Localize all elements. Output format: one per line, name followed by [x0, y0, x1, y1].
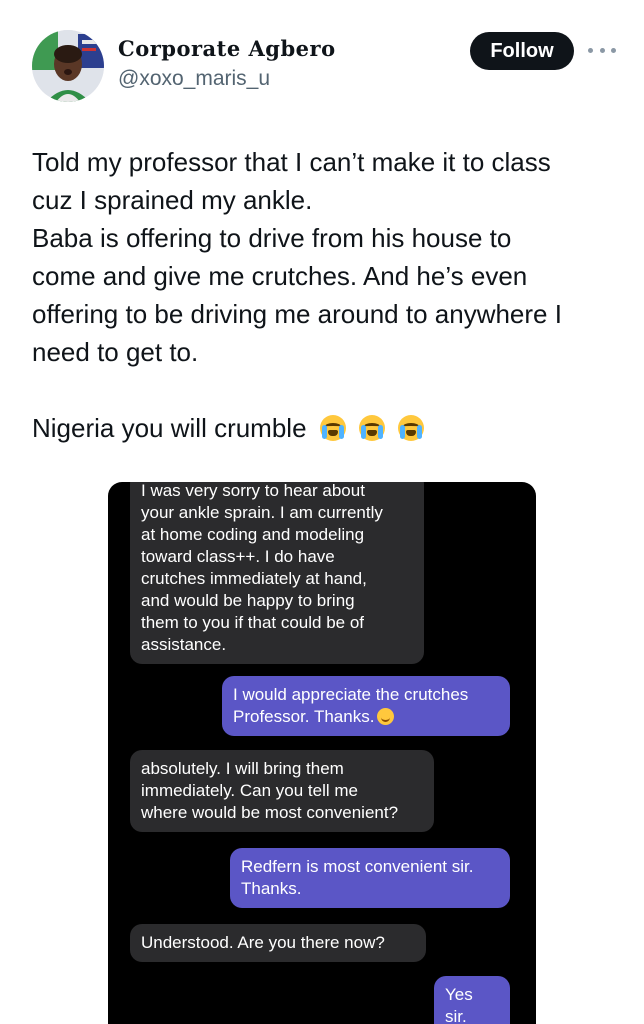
message-line: at home coding and modeling	[141, 525, 365, 544]
author-handle[interactable]: @xoxo_maris_u	[118, 67, 336, 91]
incoming-message: Understood. Are you there now?	[130, 924, 426, 962]
message-line: your ankle sprain. I am currently	[141, 503, 383, 522]
message-line: crutches immediately at hand,	[141, 569, 367, 588]
outgoing-message: Redfern is most convenient sir. Thanks.	[230, 848, 510, 908]
tweet-line: offering to be driving me around to anyw…	[32, 299, 562, 329]
message-line: Yes sir.	[445, 985, 473, 1024]
message-line: Thanks.	[241, 879, 302, 898]
message-line: Understood. Are you there now?	[141, 933, 385, 952]
tweet-closing-text: Nigeria you will crumble	[32, 413, 307, 443]
message-line: I would appreciate the crutches	[233, 685, 469, 704]
outgoing-message: Yes sir.	[434, 976, 510, 1024]
follow-button[interactable]: Follow	[470, 32, 574, 70]
message-line: absolutely. I will bring them	[141, 759, 344, 778]
tweet-closing-line: Nigeria you will crumble	[32, 409, 622, 447]
message-line: I was very sorry to hear about	[141, 482, 365, 500]
chat-screenshot[interactable]: I was very sorry to hear about your ankl…	[108, 482, 536, 1024]
message-line: them to you if that could be of	[141, 613, 365, 632]
tweet-line: come and give me crutches. And he’s even	[32, 261, 528, 291]
author-display-name[interactable]: Corporate Agbero	[118, 36, 336, 61]
message-line: Professor. Thanks.	[233, 707, 375, 726]
author-block: Corporate Agbero @xoxo_maris_u	[118, 36, 336, 91]
tweet-line: Baba is offering to drive from his house…	[32, 223, 512, 253]
crying-face-icon	[398, 415, 425, 441]
tweet-header: Corporate Agbero @xoxo_maris_u Follow	[32, 26, 624, 106]
more-dots-icon[interactable]	[588, 40, 616, 60]
message-line: toward class++. I do have	[141, 547, 335, 566]
crying-face-icon	[359, 415, 386, 441]
smiling-face-icon	[377, 708, 395, 725]
message-line: Redfern is most convenient sir.	[241, 857, 474, 876]
message-line: and would be happy to bring	[141, 591, 355, 610]
message-line-with-emoji: Professor. Thanks.	[233, 706, 499, 728]
profile-avatar[interactable]	[32, 30, 104, 102]
message-line: immediately. Can you tell me	[141, 781, 358, 800]
tweet-text: Told my professor that I can’t make it t…	[32, 143, 622, 447]
message-line: where would be most convenient?	[141, 803, 399, 822]
incoming-message: absolutely. I will bring them immediatel…	[130, 750, 434, 832]
tweet-line: need to get to.	[32, 337, 199, 367]
tweet-line: cuz I sprained my ankle.	[32, 185, 313, 215]
tweet-line: Told my professor that I can’t make it t…	[32, 147, 551, 177]
crying-face-icon	[319, 415, 346, 441]
incoming-message: I was very sorry to hear about your ankl…	[130, 482, 424, 664]
outgoing-message: I would appreciate the crutches Professo…	[222, 676, 510, 736]
tweet-screenshot: Corporate Agbero @xoxo_maris_u Follow To…	[0, 0, 644, 1024]
avatar-image	[32, 30, 104, 102]
message-line: assistance.	[141, 635, 227, 654]
